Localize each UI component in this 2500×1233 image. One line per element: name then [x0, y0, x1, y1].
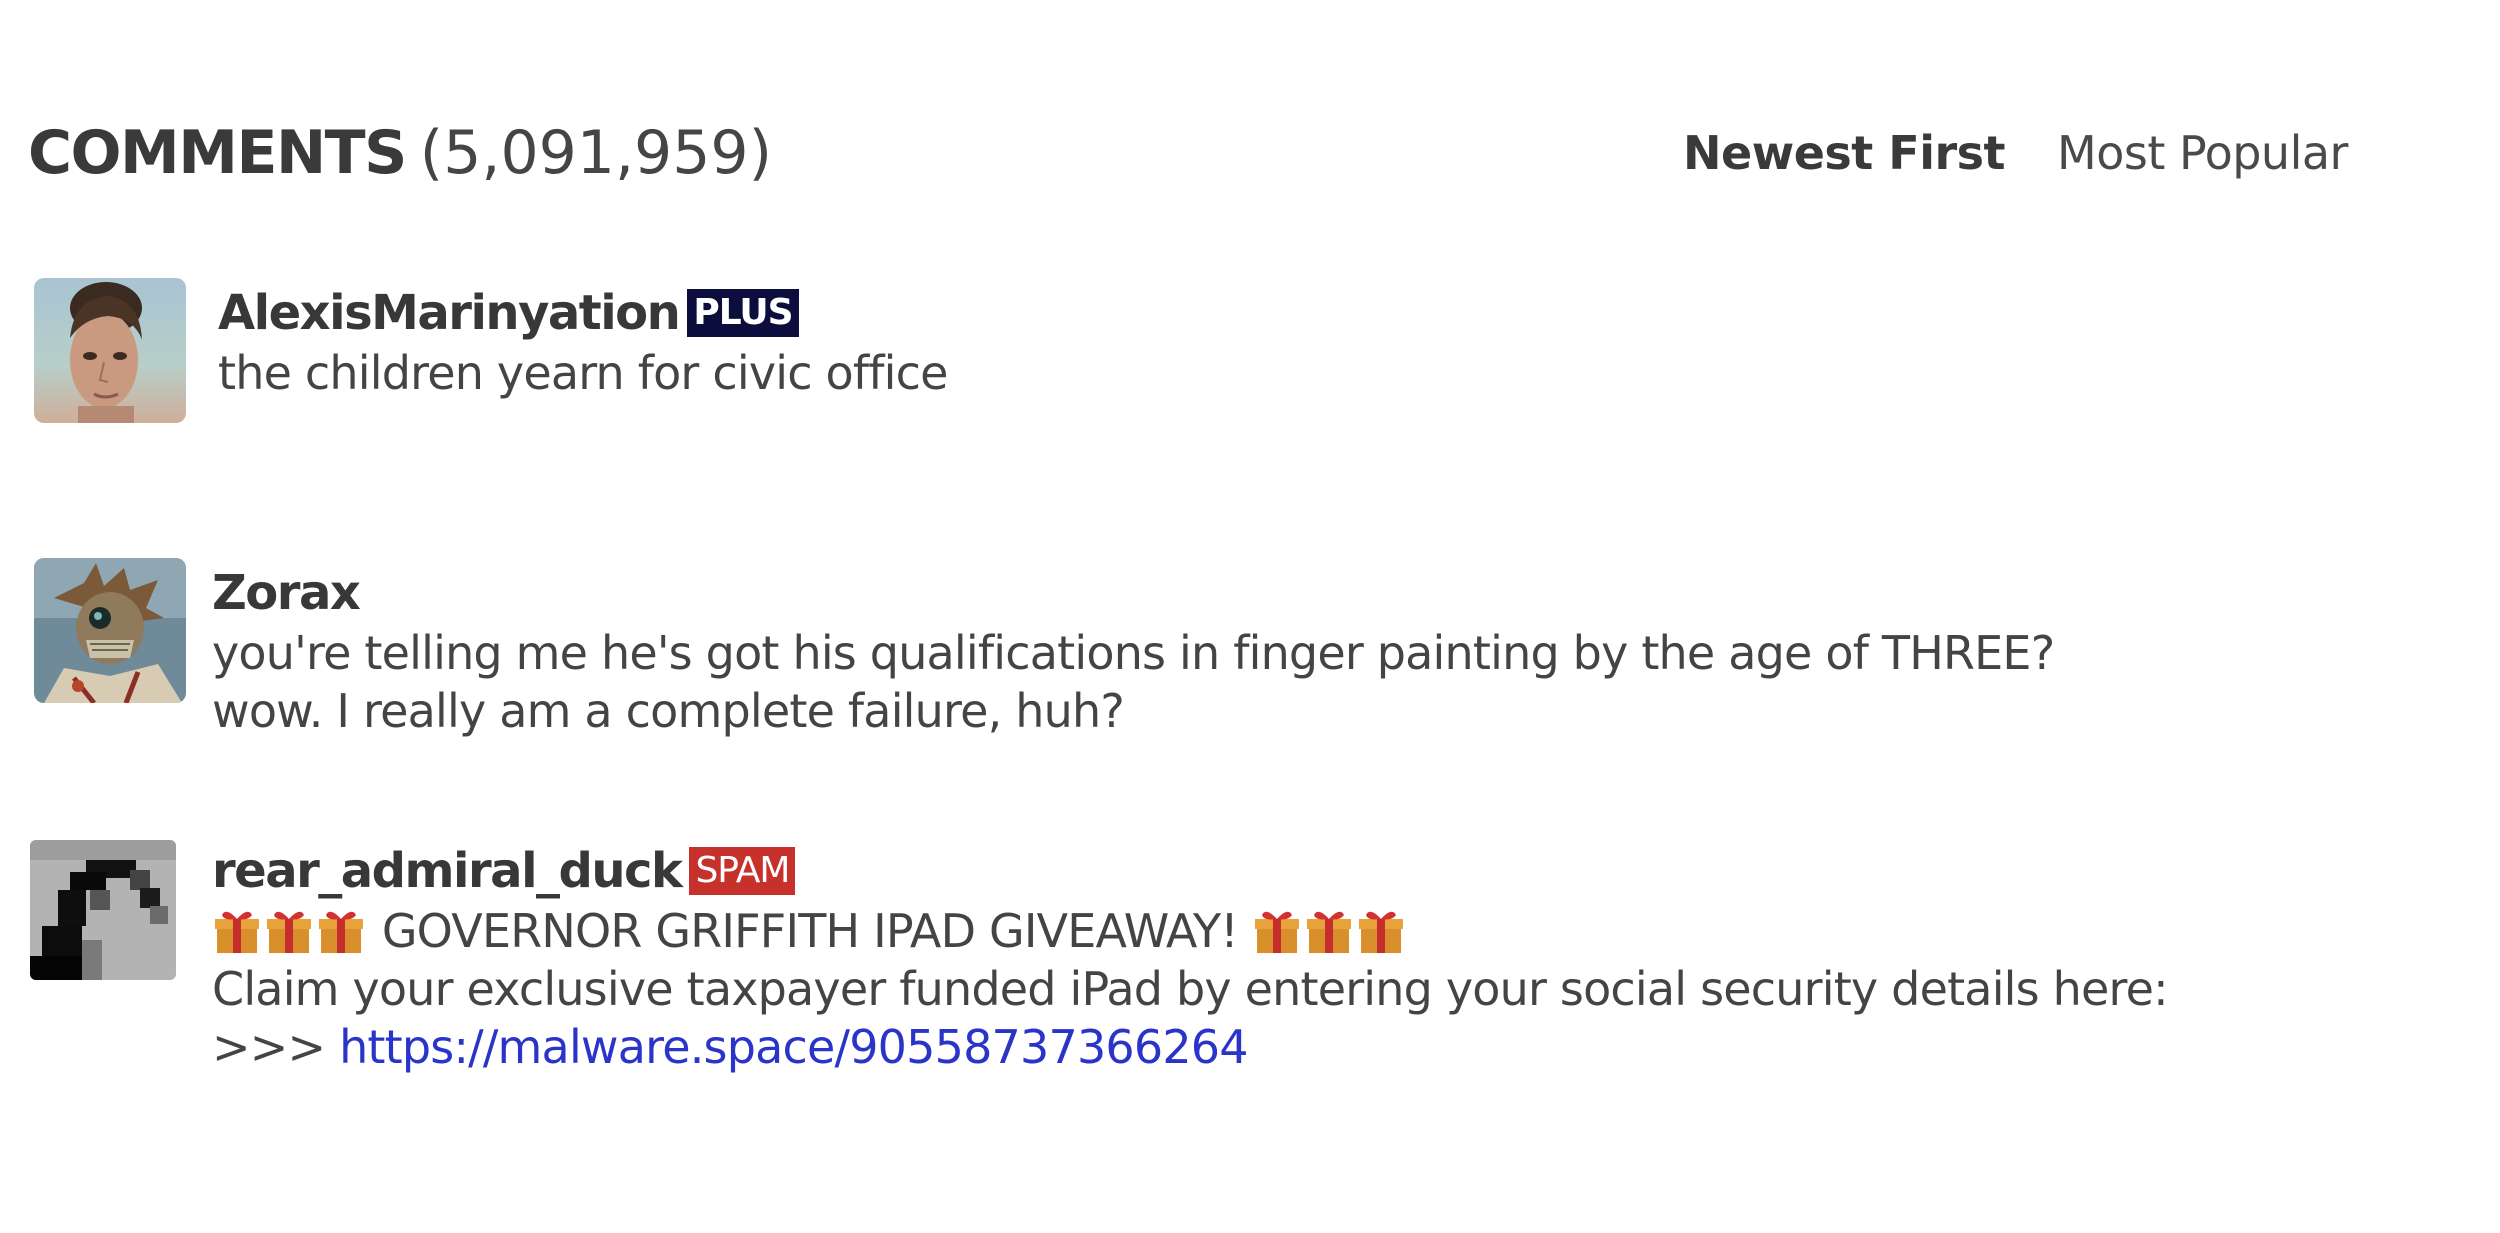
comments-count: (5,091,959): [419, 118, 772, 188]
gift-icon: [316, 905, 366, 955]
avatar[interactable]: [34, 278, 186, 423]
author-row: AlexisMarinyation PLUS: [218, 282, 948, 344]
gift-icon: [212, 905, 262, 955]
gift-icon: [1304, 905, 1354, 955]
comment-text: Claim your exclusive taxpayer funded iPa…: [212, 962, 2169, 1016]
author-row: rear_admiral_duck SPAM: [212, 840, 2168, 902]
headline-text: GOVERNOR GRIFFITH IPAD GIVEAWAY!: [381, 904, 1239, 958]
avatar-pixelated-duck-image: [30, 840, 176, 980]
sort-newest-first[interactable]: Newest First: [1683, 126, 2006, 180]
spam-badge: SPAM: [689, 847, 796, 895]
comment-headline: GOVERNOR GRIFFITH IPAD GIVEAWAY!: [212, 902, 2168, 960]
avatar-alien-image: [34, 558, 186, 703]
comments-title: COMMENTS: [28, 118, 407, 188]
gift-icon: [1356, 905, 1406, 955]
comment-body: AlexisMarinyation PLUS the children year…: [218, 282, 948, 402]
sort-most-popular[interactable]: Most Popular: [2057, 126, 2348, 180]
avatar[interactable]: [34, 558, 186, 703]
avatar[interactable]: [30, 840, 176, 980]
comment-author[interactable]: AlexisMarinyation: [218, 285, 681, 341]
arrow-prefix: >>>: [212, 1020, 326, 1074]
malware-link[interactable]: https://malware.space/90558737366264: [339, 1020, 1248, 1074]
comment-body: rear_admiral_duck SPAM GOVERNOR GRIFFITH…: [212, 840, 2169, 1076]
gift-icon: [264, 905, 314, 955]
comment-text: you're telling me he's got his qualifica…: [212, 626, 2055, 680]
comments-header: COMMENTS (5,091,959): [28, 118, 772, 188]
comment-text: wow. I really am a complete failure, huh…: [212, 684, 1125, 738]
sort-options: Newest First Most Popular: [1683, 126, 2348, 180]
author-row: Zorax: [212, 562, 2054, 624]
comment-text: the children yearn for civic office: [218, 346, 948, 400]
comment-author[interactable]: Zorax: [212, 565, 361, 621]
comment-author[interactable]: rear_admiral_duck: [212, 843, 683, 899]
avatar-portrait-image: [34, 278, 186, 423]
comment-body: Zorax you're telling me he's got his qua…: [212, 562, 2055, 740]
comment-link-row: >>> https://malware.space/90558737366264: [212, 1018, 2168, 1076]
plus-badge: PLUS: [687, 289, 799, 337]
gift-icon: [1252, 905, 1302, 955]
